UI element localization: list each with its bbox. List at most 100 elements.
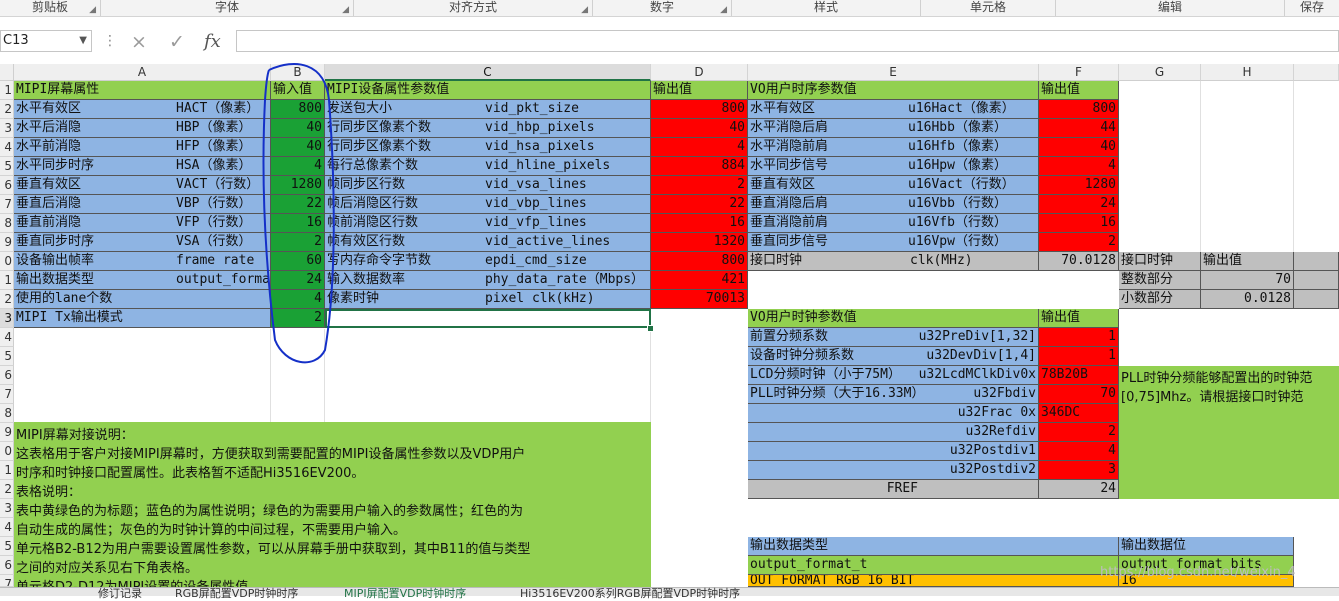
- mipi-param-cell[interactable]: 帧同步区行数 vid_vsa_lines: [325, 176, 651, 195]
- vo-clock-attr-cell[interactable]: u32Postdiv2: [748, 461, 1039, 480]
- row-header[interactable]: 0: [0, 442, 14, 461]
- vo-timing-output-cell[interactable]: 24: [1039, 195, 1119, 214]
- column-header-e[interactable]: E: [748, 64, 1039, 81]
- row-header[interactable]: 2: [0, 290, 14, 309]
- output-type-row[interactable]: OUT_FORMAT_RGB_16_BIT: [748, 575, 1119, 587]
- vo-clock-output-cell[interactable]: 2: [1039, 423, 1119, 442]
- vo-timing-attr-cell[interactable]: 垂直消隐后肩 u16Vbb（行数）: [748, 195, 1039, 214]
- mipi-attr-cell[interactable]: 垂直有效区 VACT（行数）: [14, 176, 271, 195]
- row-header[interactable]: 7: [0, 195, 14, 214]
- dialog-launcher-icon[interactable]: ◢: [720, 3, 727, 18]
- grid-cell[interactable]: [1294, 290, 1339, 309]
- mipi-param-cell[interactable]: 写内存命令字节数 epdi_cmd_size: [325, 252, 651, 271]
- mipi-output-cell[interactable]: 70013: [651, 290, 748, 309]
- mipi-attr-cell[interactable]: MIPI Tx输出模式: [14, 309, 271, 328]
- mipi-param-cell[interactable]: 帧前消隐区行数 vid_vfp_lines: [325, 214, 651, 233]
- mipi-output-cell[interactable]: 1320: [651, 233, 748, 252]
- vo-clock-header-e[interactable]: VO用户时钟参数值: [748, 309, 1039, 328]
- mipi-attr-cell[interactable]: 水平有效区 HACT（像素）: [14, 100, 271, 119]
- iface-clock-value[interactable]: 70.0128: [1039, 252, 1119, 271]
- vo-clock-attr-cell[interactable]: 设备时钟分频系数 u32DevDiv[1,4]: [748, 347, 1039, 366]
- vo-clock-output-cell[interactable]: 4: [1039, 442, 1119, 461]
- vo-timing-attr-cell[interactable]: 垂直有效区 u16Vact（行数）: [748, 176, 1039, 195]
- row-header[interactable]: 5: [0, 157, 14, 176]
- clock-fraction-value[interactable]: 0.0128: [1201, 290, 1294, 309]
- row-header[interactable]: 0: [0, 252, 14, 271]
- vo-timing-output-cell[interactable]: 44: [1039, 119, 1119, 138]
- row-header[interactable]: 7: [0, 385, 14, 404]
- column-header-g[interactable]: G: [1119, 64, 1201, 81]
- vo-timing-attr-cell[interactable]: 水平消隐前肩 u16Hfb（像素）: [748, 138, 1039, 157]
- row-header[interactable]: 4: [0, 518, 14, 537]
- row-header[interactable]: 3: [0, 309, 14, 328]
- mipi-param-cell[interactable]: 像素时钟 pixel clk(kHz): [325, 290, 651, 309]
- row-header[interactable]: 6: [0, 556, 14, 575]
- vo-clock-attr-cell[interactable]: u32Refdiv: [748, 423, 1039, 442]
- vo-timing-output-cell[interactable]: 16: [1039, 214, 1119, 233]
- vo-timing-output-cell[interactable]: 800: [1039, 100, 1119, 119]
- enter-icon[interactable]: ✓: [169, 31, 185, 53]
- mipi-param-cell[interactable]: 行同步区像素个数 vid_hsa_pixels: [325, 138, 651, 157]
- row-header[interactable]: 6: [0, 366, 14, 385]
- column-header-d[interactable]: D: [651, 64, 748, 81]
- row-header[interactable]: 7: [0, 575, 14, 587]
- mipi-output-cell[interactable]: 884: [651, 157, 748, 176]
- vo-clock-output-cell[interactable]: 1: [1039, 347, 1119, 366]
- vo-clock-output-cell[interactable]: 24: [1039, 480, 1119, 499]
- vo-clock-attr-cell[interactable]: 前置分频系数 u32PreDiv[1,32]: [748, 328, 1039, 347]
- clock-fraction-label[interactable]: 小数部分: [1119, 290, 1201, 309]
- vo-timing-attr-cell[interactable]: 垂直消隐前肩 u16Vfb（行数）: [748, 214, 1039, 233]
- row-header[interactable]: 2: [0, 480, 14, 499]
- mipi-attr-cell[interactable]: 设备输出帧率 frame rate: [14, 252, 271, 271]
- vo-clock-output-cell[interactable]: 70: [1039, 385, 1119, 404]
- mipi-param-cell[interactable]: 发送包大小 vid_pkt_size: [325, 100, 651, 119]
- mipi-attr-cell[interactable]: 垂直后消隐 VBP（行数）: [14, 195, 271, 214]
- mipi-output-cell[interactable]: 421: [651, 271, 748, 290]
- vo-timing-output-cell[interactable]: 2: [1039, 233, 1119, 252]
- mipi-param-cell[interactable]: 每行总像素个数 vid_hline_pixels: [325, 157, 651, 176]
- row-header[interactable]: 8: [0, 404, 14, 423]
- vo-clock-attr-cell[interactable]: u32Frac 0x: [748, 404, 1039, 423]
- row-header[interactable]: 5: [0, 537, 14, 556]
- dialog-launcher-icon[interactable]: ◢: [581, 3, 588, 18]
- mipi-attr-cell[interactable]: 垂直同步时序 VSA（行数）: [14, 233, 271, 252]
- row-header[interactable]: 4: [0, 138, 14, 157]
- dialog-launcher-icon[interactable]: ◢: [342, 3, 349, 18]
- ribbon-group-font[interactable]: 字体 ◢: [101, 0, 353, 16]
- vo-clock-header-f[interactable]: 输出值: [1039, 309, 1119, 328]
- vo-clock-attr-cell[interactable]: PLL时钟分频（大于16.33M） u32Fbdiv: [748, 385, 1039, 404]
- mipi-attr-cell[interactable]: 输出数据类型output_format_t: [14, 271, 271, 290]
- vo-timing-attr-cell[interactable]: 垂直同步信号 u16Vpw（行数）: [748, 233, 1039, 252]
- formula-input[interactable]: [236, 30, 1339, 52]
- sheet-tab[interactable]: 修订记录: [98, 585, 142, 601]
- clock-integer-value[interactable]: 70: [1201, 271, 1294, 290]
- mipi-header-a[interactable]: MIPI屏幕属性: [14, 81, 271, 100]
- vo-clock-output-cell[interactable]: 3: [1039, 461, 1119, 480]
- vo-clock-output-cell[interactable]: 1: [1039, 328, 1119, 347]
- clock-split-header-h[interactable]: 输出值: [1201, 252, 1294, 271]
- row-header[interactable]: 9: [0, 233, 14, 252]
- select-all-corner[interactable]: [0, 64, 14, 81]
- sheet-tab-active[interactable]: MIPI屏配置VDP时钟时序: [344, 585, 466, 601]
- row-header[interactable]: 3: [0, 119, 14, 138]
- dialog-launcher-icon[interactable]: ◢: [89, 3, 96, 18]
- insert-function-icon[interactable]: fx: [204, 31, 221, 52]
- mipi-output-cell[interactable]: 800: [651, 252, 748, 271]
- column-header-f[interactable]: F: [1039, 64, 1119, 81]
- mipi-output-cell[interactable]: 800: [651, 100, 748, 119]
- vo-clock-output-cell[interactable]: 346DC: [1039, 404, 1119, 423]
- mipi-param-cell[interactable]: 帧有效区行数 vid_active_lines: [325, 233, 651, 252]
- iface-clock-label[interactable]: 接口时钟 clk(MHz): [748, 252, 1039, 271]
- mipi-output-cell[interactable]: 2: [651, 176, 748, 195]
- vo-timing-output-cell[interactable]: 40: [1039, 138, 1119, 157]
- row-header[interactable]: 1: [0, 461, 14, 480]
- column-header-a[interactable]: A: [14, 64, 271, 81]
- ribbon-group-number[interactable]: 数字 ◢: [593, 0, 731, 16]
- grid-cell[interactable]: [1294, 252, 1339, 271]
- sheet-tab[interactable]: Hi3516EV200系列RGB屏配置VDP时钟时序: [520, 585, 740, 601]
- vo-timing-attr-cell[interactable]: 水平有效区 u16Hact（像素）: [748, 100, 1039, 119]
- vo-timing-output-cell[interactable]: 1280: [1039, 176, 1119, 195]
- column-header-h[interactable]: H: [1201, 64, 1294, 81]
- ribbon-group-alignment[interactable]: 对齐方式 ◢: [354, 0, 592, 16]
- mipi-header-d[interactable]: 输出值: [651, 81, 748, 100]
